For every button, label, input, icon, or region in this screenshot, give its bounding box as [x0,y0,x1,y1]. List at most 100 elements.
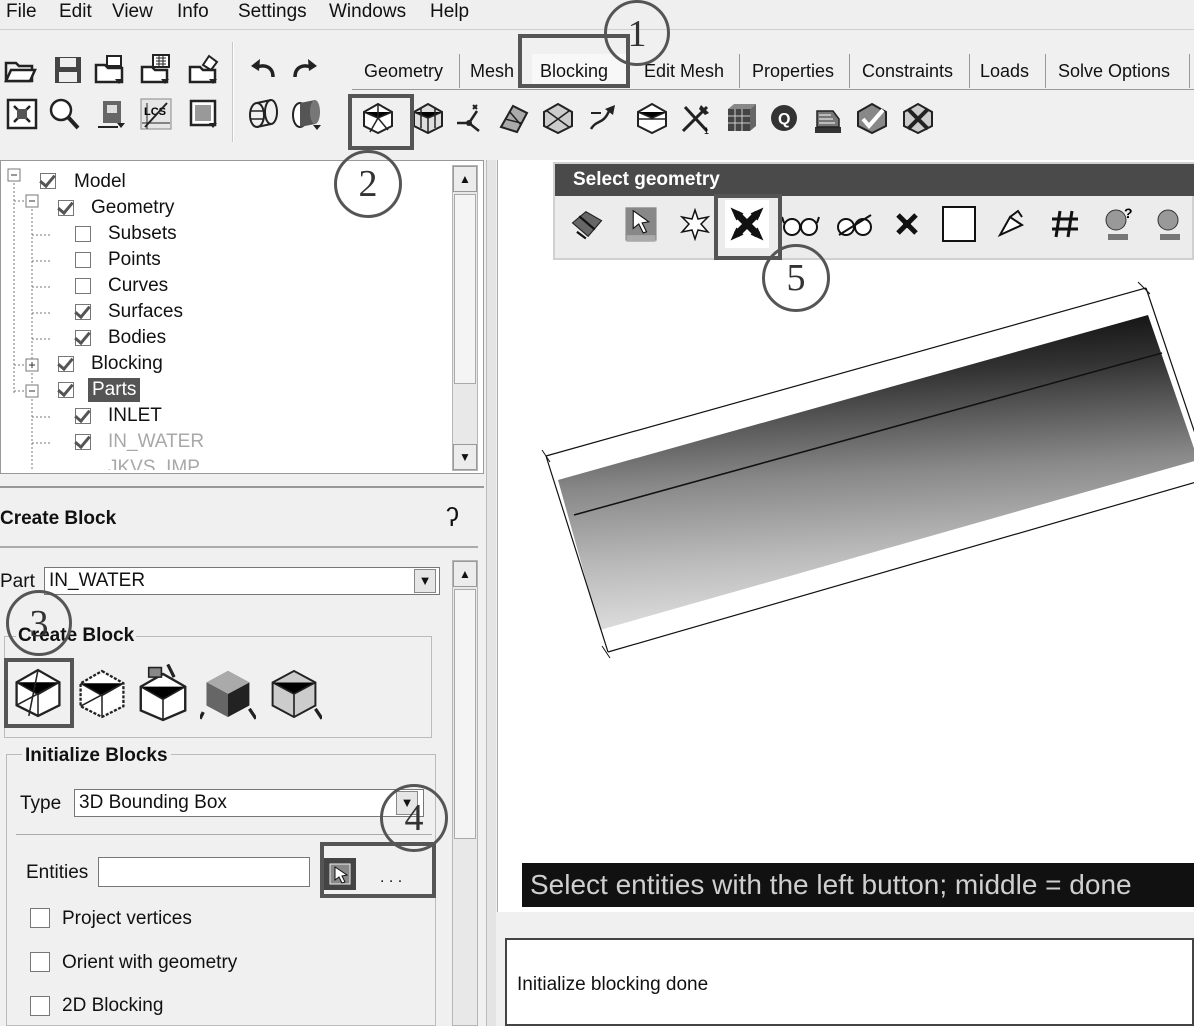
surfaces-checkbox[interactable] [75,304,91,320]
menu-edit[interactable]: Edit [59,0,92,24]
scroll-down-icon[interactable]: ▼ [453,444,477,470]
in-water-checkbox[interactable] [75,434,91,450]
curves-checkbox[interactable] [75,278,91,294]
open-folder-icon[interactable] [2,52,38,88]
tree-geometry[interactable]: Geometry [91,196,174,220]
tree-bodies[interactable]: Bodies [108,326,166,350]
quality-icon[interactable]: Q [766,100,802,136]
tab-solve-options[interactable]: Solve Options [1050,54,1190,88]
select-point-icon[interactable] [673,200,717,248]
transform-icon[interactable] [586,100,622,136]
part-dropdown-icon[interactable]: ▼ [414,569,436,593]
orient-geometry-checkbox[interactable] [30,952,50,972]
extrude-block-icon[interactable] [134,662,192,724]
menu-file[interactable]: File [6,0,37,24]
project-vertices-checkbox[interactable] [30,908,50,928]
scroll-thumb[interactable] [454,194,476,384]
tree-model[interactable]: Model [74,170,126,194]
refresh-icon[interactable] [186,96,222,132]
open-geometry-icon[interactable] [92,52,128,88]
select-mouse-icon[interactable] [619,200,663,248]
annotation-1: 1 [604,0,670,66]
edge-params-icon[interactable] [634,100,670,136]
fit-window-icon[interactable] [4,96,40,132]
select-by-part-icon[interactable] [989,200,1033,248]
blocking-checkbox[interactable] [58,356,74,372]
tab-mesh[interactable]: Mesh [462,54,520,88]
tree-inlet[interactable]: INLET [108,404,162,428]
panel-splitter[interactable] [486,160,496,1026]
model-checkbox[interactable] [40,173,56,189]
menu-windows[interactable]: Windows [329,0,406,24]
redo-icon[interactable] [288,52,324,88]
tree-part-cut[interactable]: JKVS_IMP [108,456,200,470]
entities-field[interactable] [98,857,310,887]
menu-info[interactable]: Info [177,0,209,24]
tab-constraints[interactable]: Constraints [854,54,970,88]
menu-view[interactable]: View [112,0,153,24]
lcs-icon[interactable]: LCS [138,96,174,132]
solid-icon[interactable] [288,96,324,132]
undo-icon[interactable] [244,52,280,88]
associate-icon[interactable] [496,100,532,136]
scroll-up-icon[interactable]: ▲ [453,166,477,192]
delete-block-icon[interactable] [900,100,936,136]
part-select[interactable]: IN_WATER [44,567,440,595]
tree-points[interactable]: Points [108,248,161,272]
menu-help[interactable]: Help [430,0,469,24]
annotation-3: 3 [6,590,72,656]
measure-icon[interactable] [94,96,130,132]
tree-subsets[interactable]: Subsets [108,222,177,246]
cancel-selection-icon[interactable] [885,200,929,248]
select-hidden-icon[interactable] [833,200,877,248]
points-checkbox[interactable] [75,252,91,268]
panel-scrollbar[interactable]: ▲ [452,560,478,1026]
box-select-icon[interactable] [937,200,981,248]
help-icon[interactable]: ʔ [446,502,459,533]
zoom-icon[interactable] [46,96,82,132]
tree-blocking[interactable]: Blocking [91,352,163,376]
save-icon[interactable] [50,52,86,88]
import-icon[interactable] [186,52,222,88]
annotation-4: 4 [380,784,448,852]
tree-scrollbar[interactable]: ▲ ▼ [452,165,478,471]
toggle-selection-icon[interactable] [565,200,609,248]
block-checks-icon[interactable] [722,100,758,136]
edit-block-icon[interactable] [540,100,576,136]
vertex-icon[interactable] [452,100,488,136]
panel-scroll-thumb[interactable] [454,589,476,839]
graphics-viewport[interactable] [497,160,1194,912]
svg-text:?: ? [1124,205,1133,221]
bodies-checkbox[interactable] [75,330,91,346]
type-select[interactable]: 3D Bounding Box [74,789,424,817]
pre-mesh-icon[interactable]: 1 [678,100,714,136]
subsets-checkbox[interactable] [75,226,91,242]
menu-settings[interactable]: Settings [238,0,307,24]
message-log: Initialize blocking done [505,938,1194,1026]
check-block-icon[interactable] [854,100,890,136]
output-blocks-icon[interactable] [810,100,846,136]
save-geometry-icon[interactable] [138,52,174,88]
select-grid-icon[interactable] [1043,200,1087,248]
tab-loads[interactable]: Loads [972,54,1046,88]
panel-scroll-up-icon[interactable]: ▲ [453,561,477,587]
tree-parts[interactable]: Parts [88,378,141,402]
tab-geometry[interactable]: Geometry [356,54,460,88]
solid-block-icon[interactable] [198,664,258,724]
parts-checkbox[interactable] [58,382,74,398]
select-dimension-icon[interactable]: ? [1097,200,1141,248]
2d-blocking-checkbox[interactable] [30,996,50,1016]
tab-properties[interactable]: Properties [744,54,850,88]
tree-in-water[interactable]: IN_WATER [108,430,204,454]
geometry-checkbox[interactable] [58,200,74,216]
init-divider [16,834,432,835]
tree-curves[interactable]: Curves [108,274,168,298]
inlet-checkbox[interactable] [75,408,91,424]
wireframe-icon[interactable] [244,96,280,132]
create-block-from-vertices-icon[interactable] [74,666,130,722]
tree-surfaces[interactable]: Surfaces [108,300,183,324]
select-dimension-2-icon[interactable] [1149,200,1193,248]
split-block-icon[interactable] [410,100,446,136]
select-visible-icon[interactable] [779,200,823,248]
2d-to-3d-block-icon[interactable] [264,664,324,724]
